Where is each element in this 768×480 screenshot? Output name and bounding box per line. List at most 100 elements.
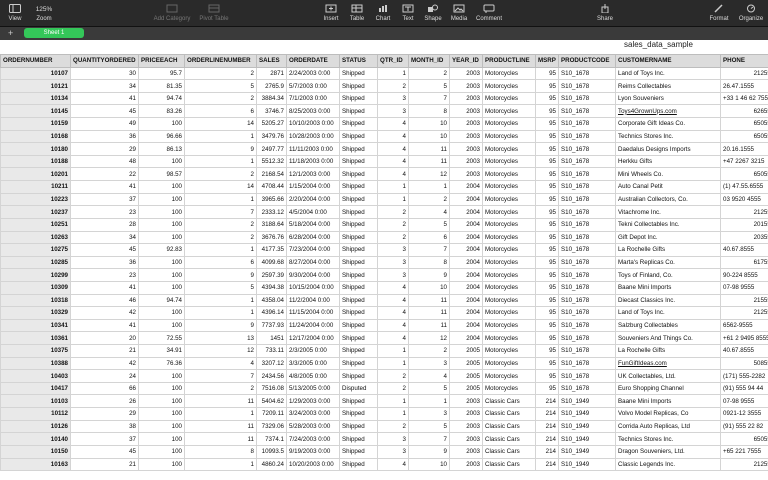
table-cell[interactable]: S10_1949 [558,457,616,472]
table-cell[interactable]: 10309 [0,280,71,295]
table-cell[interactable]: S10_1678 [558,255,616,270]
table-cell[interactable]: 2 [408,66,450,81]
table-cell[interactable]: 10329 [0,306,71,320]
table-cell[interactable]: 2 [377,217,409,232]
table-cell[interactable]: 4 [377,318,409,333]
table-cell[interactable]: 2003 [449,104,483,119]
table-cell[interactable]: 2004 [449,192,483,207]
table-cell[interactable]: S10_1678 [558,205,616,219]
column-header[interactable]: ORDERNUMBER [0,54,71,68]
table-cell[interactable]: 10159 [0,117,71,131]
table-row[interactable]: 10329 42 100 1 4396.14 11/15/2004 0:00 Shipped… [0,306,768,320]
table-cell[interactable]: 10150 [0,444,71,459]
table-cell[interactable]: 10103 [0,394,71,409]
table-cell[interactable]: 3 [377,243,409,257]
table-cell[interactable]: 2005 [449,344,483,358]
table-cell[interactable]: 95 [535,255,559,270]
table-cell[interactable]: 214 [535,394,559,409]
table-cell[interactable]: 10168 [0,129,71,144]
table-cell[interactable]: 4708.44 [256,180,287,194]
table-cell[interactable]: 95 [535,66,559,81]
table-cell[interactable]: 5 [408,217,450,232]
table-cell[interactable]: 4 [184,356,257,371]
table-cell[interactable]: 2497.77 [256,142,287,156]
table-cell[interactable]: 8/25/2003 0:00 [286,104,340,119]
chart-button[interactable]: Chart [372,4,394,26]
table-cell[interactable]: 95 [535,117,559,131]
table-row[interactable]: 10150 45 100 8 10993.5 9/19/2003 0:00 Shipped 3… [0,444,768,459]
table-cell[interactable]: 2 [377,205,409,219]
table-cell[interactable]: 5512.32 [256,154,287,169]
table-cell[interactable]: 4 [408,205,450,219]
table-cell[interactable]: 10341 [0,318,71,333]
table-cell[interactable]: 2597.39 [256,268,287,282]
table-row[interactable]: 10223 37 100 1 3965.66 2/20/2004 0:00 Shipped 1… [0,192,768,207]
table-cell[interactable]: Shipped [339,104,378,119]
table-cell[interactable]: 07-98 9555 [720,394,768,409]
table-cell[interactable]: 9/30/2004 0:00 [286,268,340,282]
table-cell[interactable]: Motorcycles [482,230,536,245]
table-cell[interactable]: 7374.1 [256,432,287,446]
table-cell[interactable]: 95 [535,192,559,207]
table-cell[interactable]: 1 [184,154,257,169]
table-cell[interactable]: 95 [535,293,559,308]
table-cell[interactable]: 100 [138,394,185,409]
table-cell[interactable]: S10_1678 [558,104,616,119]
table-cell[interactable]: 1 [184,306,257,320]
table-cell[interactable]: 1 [184,457,257,472]
table-cell[interactable]: 3676.76 [256,230,287,245]
table-cell[interactable]: 2003 [449,394,483,409]
table-cell[interactable]: Shipped [339,117,378,131]
table-cell[interactable]: Shipped [339,79,378,93]
table-cell[interactable]: 95 [535,104,559,119]
table-cell[interactable]: Motorcycles [482,154,536,169]
table-cell[interactable]: 41 [70,91,139,106]
table-cell[interactable]: 95 [535,79,559,93]
table-cell[interactable]: 95 [535,344,559,358]
table-cell[interactable]: 11/2/2004 0:00 [286,293,340,308]
table-cell[interactable]: 95 [535,205,559,219]
table-row[interactable]: 10121 34 81.35 5 2765.9 5/7/2003 0:00 Shipped 2… [0,79,768,93]
table-cell[interactable]: Motorcycles [482,142,536,156]
table-cell[interactable]: 10361 [0,331,71,346]
table-cell[interactable]: S10_1678 [558,293,616,308]
table-cell[interactable]: 1 [377,180,409,194]
table-cell[interactable]: Motorcycles [482,129,536,144]
table-cell[interactable]: Marta's Replicas Co. [615,255,721,270]
table-cell[interactable]: 41 [70,318,139,333]
table-cell[interactable]: 11/24/2004 0:00 [286,318,340,333]
table-cell[interactable]: 100 [138,154,185,169]
table-cell[interactable]: 4 [377,331,409,346]
table-cell[interactable]: 95 [535,369,559,383]
table-cell[interactable]: 46 [70,293,139,308]
table-cell[interactable]: 7/23/2004 0:00 [286,243,340,257]
table-cell[interactable]: 100 [138,369,185,383]
table-cell[interactable]: 66 [70,381,139,396]
table-cell[interactable]: 2/3/2005 0:00 [286,344,340,358]
table-cell[interactable]: 10993.5 [256,444,287,459]
table-cell[interactable]: 95 [535,217,559,232]
table-cell[interactable]: 11 [184,432,257,446]
table-cell[interactable]: 100 [138,268,185,282]
table-cell[interactable]: S10_1678 [558,66,616,81]
table-cell[interactable]: 20.16.1555 [720,142,768,156]
table-cell[interactable]: Shipped [339,167,378,182]
table-cell[interactable]: 8 [184,444,257,459]
table-cell[interactable]: Corrida Auto Replicas, Ltd [615,419,721,434]
table-cell[interactable]: 5/7/2003 0:00 [286,79,340,93]
table-row[interactable]: 10251 28 100 2 3188.64 5/18/2004 0:00 Shipped 2… [0,217,768,232]
table-cell[interactable]: 10318 [0,293,71,308]
table-cell[interactable]: (91) 555 22 82 [720,419,768,434]
table-cell[interactable]: Motorcycles [482,381,536,396]
add-category-button[interactable]: Add Category [150,4,194,26]
table-cell[interactable]: 100 [138,318,185,333]
table-cell[interactable]: Shipped [339,217,378,232]
table-row[interactable]: 10163 21 100 1 4860.24 10/20/2003 0:00 Shipped… [0,457,768,472]
table-cell[interactable]: 2004 [449,268,483,282]
table-cell[interactable]: 6 [408,230,450,245]
table-cell[interactable]: Shipped [339,444,378,459]
table-cell[interactable]: 2125557818 [720,66,768,81]
table-cell[interactable]: 2125551500 [720,205,768,219]
table-cell[interactable]: S10_1678 [558,167,616,182]
table-cell[interactable]: 10180 [0,142,71,156]
